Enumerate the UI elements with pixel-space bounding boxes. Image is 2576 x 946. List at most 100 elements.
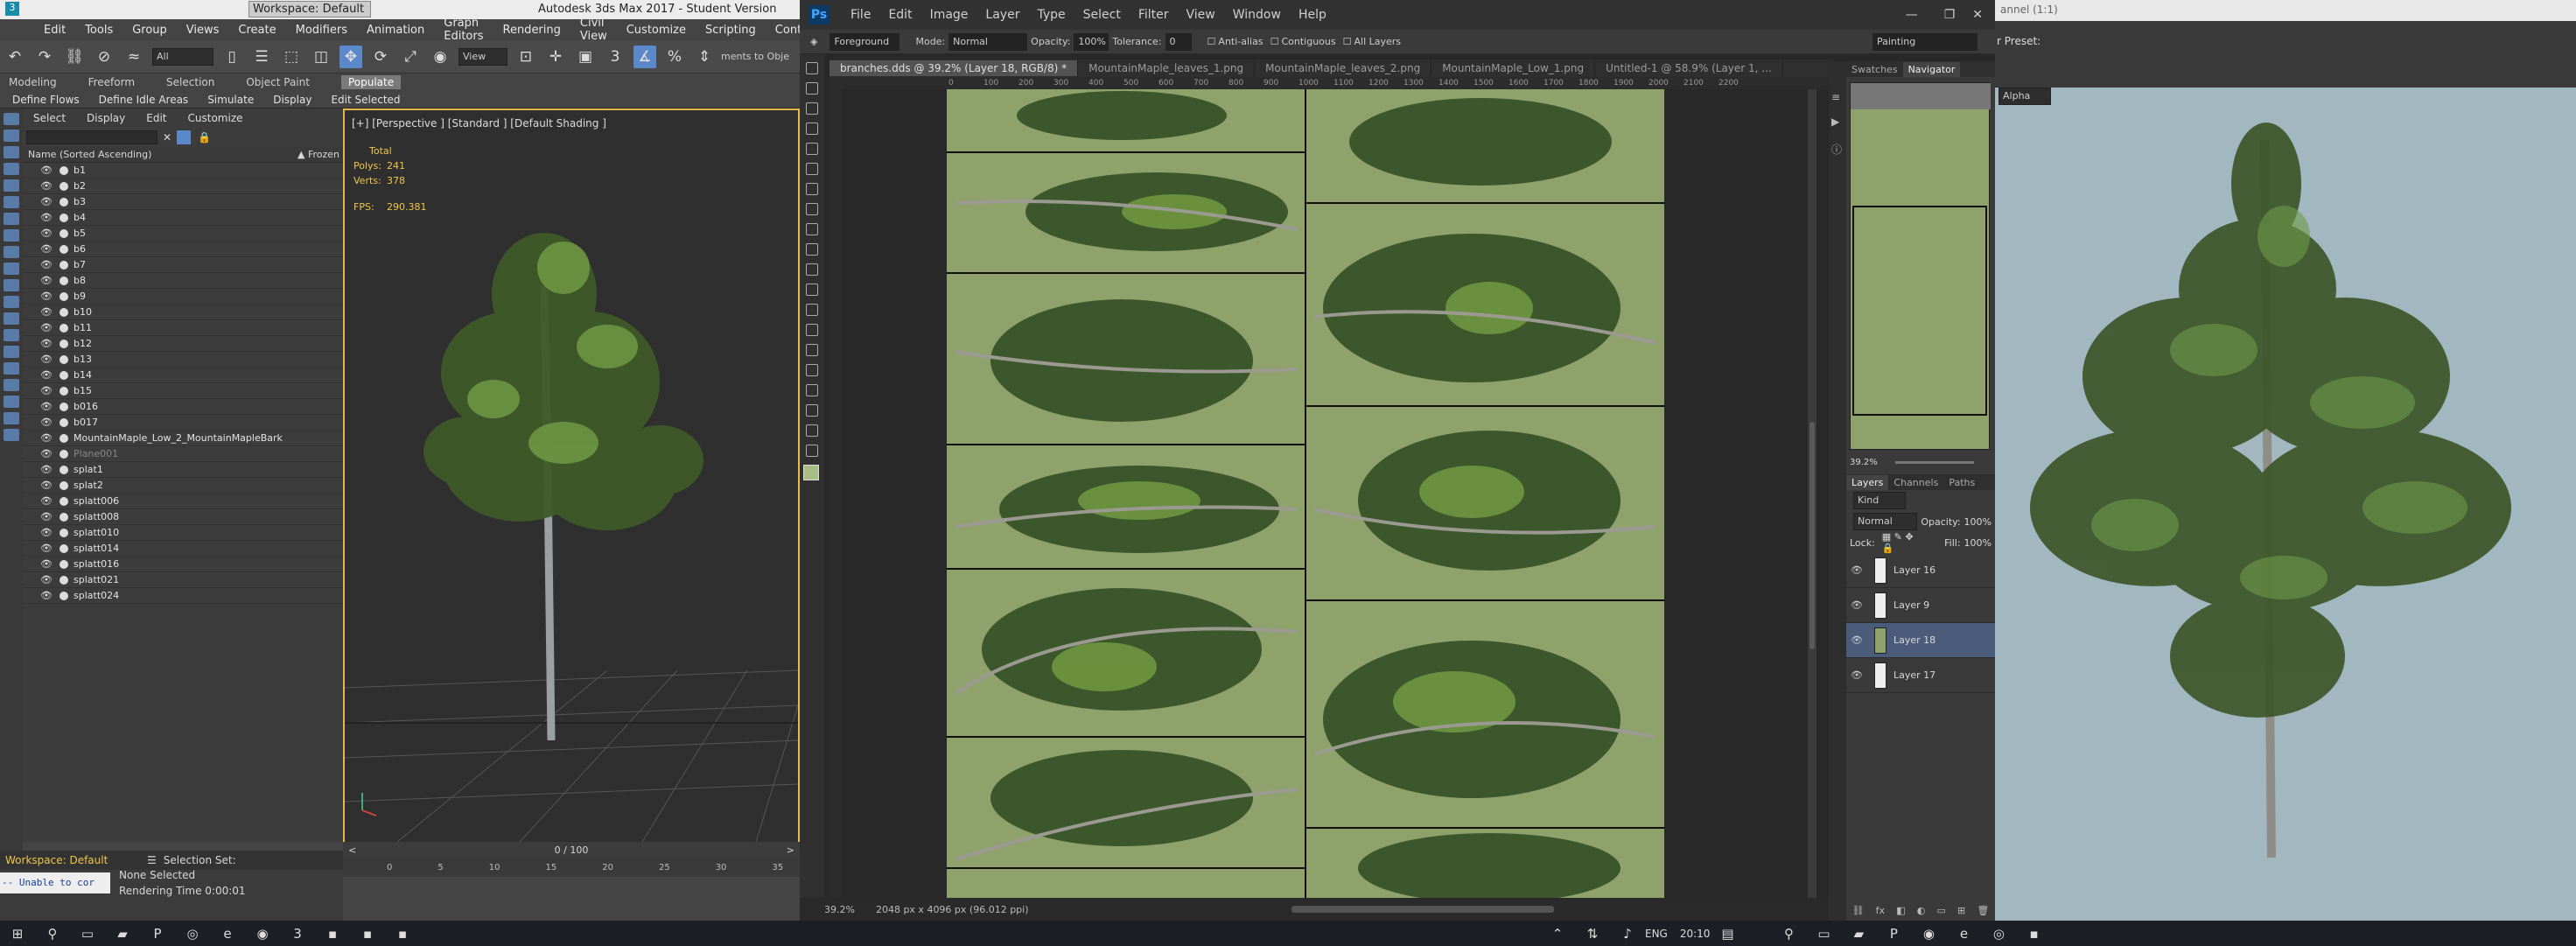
task-view-icon[interactable]: ▭: [1814, 924, 1833, 943]
track-bar[interactable]: 0 5 10 15 20 25 30 35: [343, 858, 800, 877]
scene-menu-edit[interactable]: Edit: [146, 112, 166, 124]
visibility-eye-icon[interactable]: 👁: [38, 543, 54, 554]
visibility-eye-icon[interactable]: 👁: [38, 354, 54, 365]
toolstrip-icon[interactable]: [4, 179, 19, 192]
document-canvas[interactable]: [947, 89, 1664, 898]
named-selection-field[interactable]: ments to Obje: [721, 51, 789, 62]
perspective-viewport[interactable]: [+] [Perspective ] [Standard ] [Default …: [343, 109, 800, 844]
move-tool-icon[interactable]: [806, 62, 818, 74]
simulate-button[interactable]: Simulate: [207, 94, 254, 106]
ribbon-tab-modeling[interactable]: Modeling: [9, 76, 57, 88]
close-icon[interactable]: ✕: [163, 131, 172, 144]
scene-item[interactable]: 👁 b7: [23, 257, 343, 273]
toolstrip-icon[interactable]: [4, 213, 19, 225]
toolstrip-icon[interactable]: [4, 312, 19, 325]
app-icon[interactable]: ▪: [393, 924, 412, 943]
close-icon[interactable]: ✕: [1972, 8, 1983, 22]
file-explorer-icon[interactable]: ▰: [113, 924, 132, 943]
scene-item[interactable]: 👁 b4: [23, 210, 343, 226]
keyboard-shortcut-icon[interactable]: ▣: [574, 46, 597, 68]
toolstrip-icon[interactable]: [4, 113, 19, 125]
all-layers-checkbox[interactable]: ☐: [1343, 36, 1352, 47]
doc-tab-low-1[interactable]: MountainMaple_Low_1.png: [1432, 60, 1596, 76]
scene-item[interactable]: 👁 b6: [23, 242, 343, 257]
scene-item[interactable]: 👁 b8: [23, 273, 343, 289]
toolstrip-icon[interactable]: [4, 146, 19, 158]
ribbon-tab-selection[interactable]: Selection: [166, 76, 214, 88]
link-layers-icon[interactable]: ⛓: [1852, 905, 1865, 916]
visibility-eye-icon[interactable]: 👁: [38, 196, 54, 207]
visibility-eye-icon[interactable]: 👁: [38, 369, 54, 381]
max-menu-rendering[interactable]: Rendering: [503, 24, 561, 37]
fill-field[interactable]: 100%: [1964, 537, 1992, 549]
hand-tool-icon[interactable]: [806, 424, 818, 437]
edit-selected-button[interactable]: Edit Selected: [331, 94, 400, 106]
scene-item[interactable]: 👁 splatt010: [23, 525, 343, 541]
scene-item[interactable]: 👁 b9: [23, 289, 343, 305]
visibility-eye-icon[interactable]: 👁: [38, 464, 54, 475]
paint-bucket-icon[interactable]: ◈: [810, 36, 817, 47]
crop-tool-icon[interactable]: [806, 143, 818, 155]
ribbon-tab-populate[interactable]: Populate: [340, 75, 402, 89]
scene-item[interactable]: 👁 splatt014: [23, 541, 343, 557]
layer-name[interactable]: Layer 9: [1894, 599, 1929, 611]
doc-tab-leaves-1[interactable]: MountainMaple_leaves_1.png: [1078, 60, 1256, 76]
app-icon[interactable]: ▪: [323, 924, 342, 943]
bind-icon[interactable]: ≈: [122, 46, 145, 68]
language-indicator[interactable]: ENG: [1645, 928, 1668, 940]
toolstrip-icon[interactable]: [4, 246, 19, 258]
ps-menu-image[interactable]: Image: [930, 8, 969, 22]
lock-icons[interactable]: ▦ ✎ ✥ 🔒: [1882, 531, 1914, 554]
scale-icon[interactable]: ⤢: [399, 46, 422, 68]
start-icon[interactable]: ⊞: [8, 924, 27, 943]
new-layer-icon[interactable]: ⊞: [1957, 905, 1965, 916]
layer-visibility-eye-icon[interactable]: 👁: [1846, 669, 1867, 681]
scene-item[interactable]: 👁 b016: [23, 399, 343, 415]
scene-item[interactable]: 👁 b14: [23, 368, 343, 383]
layer-visibility-eye-icon[interactable]: 👁: [1846, 564, 1867, 576]
visibility-eye-icon[interactable]: 👁: [38, 480, 54, 491]
visibility-eye-icon[interactable]: 👁: [38, 385, 54, 396]
chrome-icon[interactable]: ◉: [1919, 924, 1938, 943]
play-icon[interactable]: ▶: [1831, 116, 1844, 128]
selection-filter-dropdown[interactable]: All: [152, 47, 214, 66]
tray-chevron-icon[interactable]: ⌃: [1548, 924, 1567, 943]
max-menu-create[interactable]: Create: [238, 24, 276, 37]
max-menu-customize[interactable]: Customize: [626, 24, 686, 37]
3dsmax-taskbar-icon[interactable]: 3: [288, 924, 307, 943]
scene-item[interactable]: 👁 splat2: [23, 478, 343, 494]
max-menu-tools[interactable]: Tools: [85, 24, 113, 37]
ps-menu-edit[interactable]: Edit: [888, 8, 912, 22]
scene-item[interactable]: 👁 b3: [23, 194, 343, 210]
scene-item[interactable]: 👁 b13: [23, 352, 343, 368]
brush-tool-icon[interactable]: [806, 203, 818, 215]
navigator-view-box[interactable]: [1852, 206, 1987, 416]
opacity-field[interactable]: 100%: [1074, 32, 1110, 51]
fill-source-dropdown[interactable]: Foreground: [830, 32, 900, 51]
paint-bucket-tool-icon[interactable]: [806, 284, 818, 296]
quick-select-tool-icon[interactable]: [806, 123, 818, 135]
select-object-icon[interactable]: ▯: [220, 46, 243, 68]
vertical-scrollbar[interactable]: [1808, 89, 1816, 898]
layer-row[interactable]: 👁 Layer 18: [1846, 623, 1995, 658]
scene-item[interactable]: 👁 Plane001: [23, 446, 343, 462]
minimize-icon[interactable]: —: [1906, 8, 1918, 22]
layer-name[interactable]: Layer 16: [1894, 564, 1936, 576]
visibility-eye-icon[interactable]: 👁: [38, 432, 54, 444]
scene-item[interactable]: 👁 b017: [23, 415, 343, 431]
max-menu-group[interactable]: Group: [132, 24, 167, 37]
visibility-eye-icon[interactable]: 👁: [38, 590, 54, 601]
toolstrip-icon[interactable]: [4, 329, 19, 341]
redo-icon[interactable]: ↷: [33, 46, 56, 68]
edge-icon[interactable]: e: [218, 924, 237, 943]
visibility-eye-icon[interactable]: 👁: [38, 291, 54, 302]
toolstrip-icon[interactable]: [4, 196, 19, 208]
max-menu-graph-editors[interactable]: Graph Editors: [444, 17, 483, 43]
mask-icon[interactable]: ◧: [1896, 905, 1905, 916]
visibility-eye-icon[interactable]: 👁: [38, 322, 54, 333]
ribbon-tab-object-paint[interactable]: Object Paint: [246, 76, 310, 88]
max-menu-animation[interactable]: Animation: [367, 24, 424, 37]
history-icon[interactable]: ≡: [1831, 91, 1844, 103]
scene-item[interactable]: 👁 b15: [23, 383, 343, 399]
layer-row[interactable]: 👁 Layer 16: [1846, 553, 1995, 588]
